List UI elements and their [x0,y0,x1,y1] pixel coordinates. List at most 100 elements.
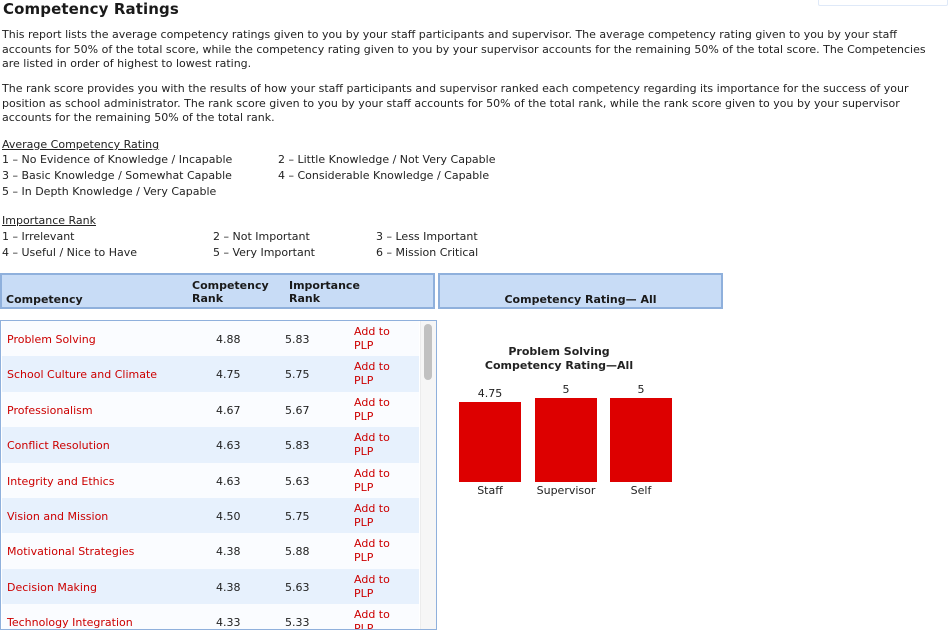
chart-title: Problem Solving Competency Rating—All [470,345,648,373]
competency-name-link[interactable]: Technology Integration [7,616,133,629]
page-title: Competency Ratings [3,0,179,18]
add-to-plp-line1[interactable]: Add to [354,502,404,516]
add-to-plp-link[interactable]: Add to PLP [354,396,404,424]
chart-bar-staff [459,402,521,482]
importance-legend-item: 4 – Useful / Nice to Have [2,246,138,259]
scrollbar-thumb[interactable] [424,324,432,380]
importance-legend-item: 1 – Irrelevant [2,230,75,243]
rating-legend-item: 2 – Little Knowledge / Not Very Capable [278,153,496,166]
add-to-plp-line1[interactable]: Add to [354,396,404,410]
importance-legend-title: Importance Rank [2,214,97,227]
importance-rank-value: 5.83 [285,333,310,346]
competency-name-link[interactable]: Motivational Strategies [7,545,134,558]
competency-name-link[interactable]: Conflict Resolution [7,439,110,452]
header-importance-rank-line2: Rank [289,292,321,305]
add-to-plp-link[interactable]: Add to PLP [354,537,404,565]
table-row[interactable]: Technology Integration 4.33 5.33 Add to PLP [2,604,419,630]
chart-category-label: Staff [477,484,503,497]
importance-rank-value: 5.75 [285,510,310,523]
competency-rank-value: 4.63 [216,474,241,488]
table-row[interactable]: Vision and Mission 4.50 5.75 Add to PLP [2,498,419,534]
header-importance-rank: Importance Rank [289,279,360,305]
add-to-plp-line2[interactable]: PLP [354,481,404,495]
importance-legend-item: 6 – Mission Critical [376,246,479,259]
add-to-plp-line1[interactable]: Add to [354,537,404,551]
top-frame-outline [818,0,948,6]
add-to-plp-line2[interactable]: PLP [354,374,404,388]
importance-rank-value: 5.33 [285,616,310,630]
intro-paragraph-rank: The rank score provides you with the res… [2,82,909,124]
importance-legend-item: 3 – Less Important [376,230,478,243]
add-to-plp-line2[interactable]: PLP [354,516,404,530]
chart-title-line1: Problem Solving [508,345,610,358]
rating-legend-item: 4 – Considerable Knowledge / Capable [278,169,490,182]
add-to-plp-line2[interactable]: PLP [354,445,404,459]
header-competency-rank-line2: Rank [192,292,224,305]
rating-legend-item: 5 – In Depth Knowledge / Very Capable [2,185,217,198]
chart-bar-self [610,398,672,482]
add-to-plp-link[interactable]: Add to PLP [354,360,404,388]
add-to-plp-line1[interactable]: Add to [354,431,404,445]
importance-rank-value: 5.83 [285,439,310,453]
importance-rank-value: 5.75 [285,368,310,382]
competency-rank-value: 4.38 [216,580,241,594]
competency-name-link[interactable]: School Culture and Climate [7,368,157,381]
add-to-plp-line2[interactable]: PLP [354,410,404,424]
table-row[interactable]: Problem Solving 4.88 5.83 Add to PLP [2,321,419,357]
competency-rank-value: 4.67 [216,403,241,417]
table-row[interactable]: School Culture and Climate 4.75 5.75 Add to… [2,356,419,392]
table-row[interactable]: Integrity and Ethics 4.63 5.63 Add to PLP [2,462,419,498]
add-to-plp-link[interactable]: Add to PLP [354,431,404,459]
competency-name-link[interactable]: Vision and Mission [7,510,108,523]
importance-rank-value: 5.88 [285,545,310,559]
add-to-plp-line2[interactable]: PLP [354,622,404,629]
chart-value-label: 5 [562,383,570,396]
competency-rank-value: 4.33 [216,616,241,630]
competency-name-link[interactable]: Integrity and Ethics [7,475,114,488]
table-row[interactable]: Motivational Strategies 4.38 5.88 Add to PLP [2,533,419,569]
competency-name-link[interactable]: Decision Making [7,581,97,594]
competency-name-link[interactable]: Problem Solving [7,333,96,346]
table-scrollbar[interactable] [420,321,436,629]
chart-value-label: 5 [637,383,645,396]
table-row[interactable]: Decision Making 4.38 5.63 Add to PLP [2,568,419,605]
competency-table: Problem Solving 4.88 5.83 Add to PLP School C… [0,320,437,630]
add-to-plp-link[interactable]: Add to PLP [354,502,404,530]
chart-subtitle: Competency Rating—All [484,359,634,372]
add-to-plp-link[interactable]: Add to PLP [354,573,404,601]
rating-legend-item: 3 – Basic Knowledge / Somewhat Capable [2,169,232,182]
importance-rank-value: 5.63 [285,580,310,594]
add-to-plp-line2[interactable]: PLP [354,551,404,565]
chart-panel-header: Competency Rating— All [438,273,723,309]
importance-rank-value: 5.67 [285,403,310,417]
rating-legend-title: Average Competency Rating [2,138,160,151]
header-competency-rank: Competency Rank [192,279,269,305]
chart-value-label: 4.75 [477,387,503,401]
importance-rank-value: 5.63 [285,474,310,488]
chart-bar-supervisor [535,398,597,482]
add-to-plp-link[interactable]: Add to PLP [354,608,404,629]
add-to-plp-line2[interactable]: PLP [354,339,404,353]
add-to-plp-link[interactable]: Add to PLP [354,467,404,495]
header-competency: Competency [6,293,83,306]
add-to-plp-line1[interactable]: Add to [354,467,404,481]
competency-rank-value: 4.38 [216,545,241,559]
add-to-plp-line1[interactable]: Add to [354,573,404,587]
add-to-plp-line1[interactable]: Add to [354,608,404,622]
header-importance-rank-line1: Importance [289,279,360,292]
table-row[interactable]: Conflict Resolution 4.63 5.83 Add to PLP [2,427,419,463]
add-to-plp-line1[interactable]: Add to [354,360,404,374]
rating-legend-item: 1 – No Evidence of Knowledge / Incapable [2,153,233,166]
competency-name-link[interactable]: Professionalism [7,404,93,417]
competency-rank-value: 4.50 [216,510,241,523]
importance-legend-item: 2 – Not Important [213,230,310,243]
table-row[interactable]: Professionalism 4.67 5.67 Add to PLP [2,391,419,428]
chart-panel-title: Competency Rating— All [504,293,657,306]
importance-legend-item: 5 – Very Important [213,246,315,259]
competency-rank-value: 4.88 [216,333,241,346]
chart-category-label: Supervisor [536,484,596,497]
add-to-plp-link[interactable]: Add to PLP [354,325,404,353]
add-to-plp-line1[interactable]: Add to [354,325,404,339]
header-competency-rank-line1: Competency [192,279,269,292]
add-to-plp-line2[interactable]: PLP [354,587,404,601]
